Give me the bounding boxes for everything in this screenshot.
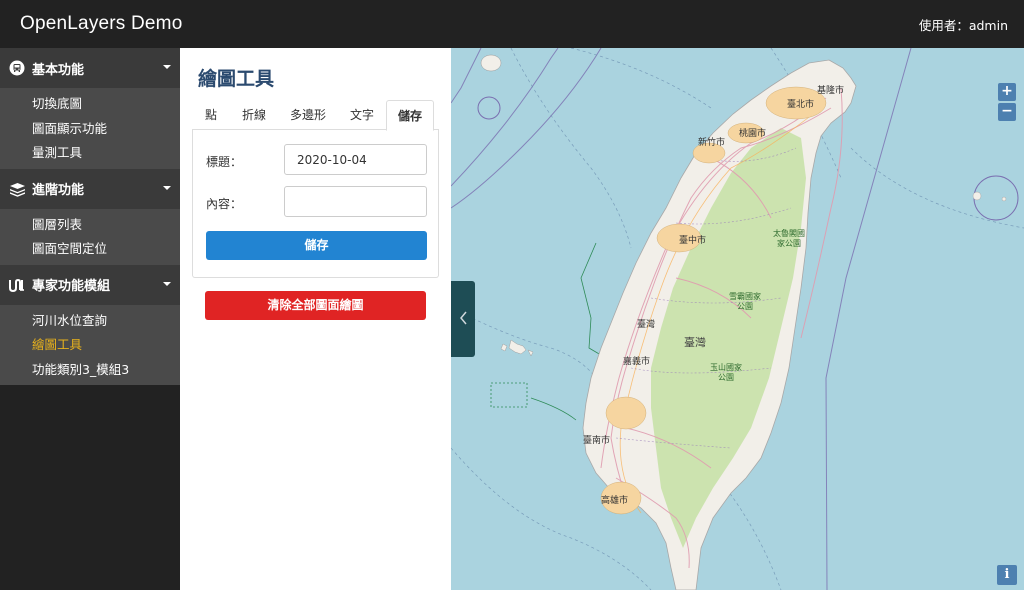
drawing-tabs: 點 折線 多邊形 文字 儲存 — [192, 100, 439, 131]
map-label-sheipa-line1: 雪霸國家 — [729, 292, 761, 301]
map-label-chiayi: 嘉義市 — [623, 357, 651, 367]
sidebar-item-measure-tool[interactable]: 量測工具 — [0, 141, 180, 166]
title-input[interactable] — [284, 144, 427, 175]
sidebar-submenu-advanced: 圖層列表 圖面空間定位 — [0, 208, 180, 265]
zoom-in-button[interactable]: + — [998, 83, 1016, 101]
zoom-out-button[interactable]: − — [998, 103, 1016, 121]
tab-point[interactable]: 點 — [192, 100, 230, 130]
map-canvas — [451, 48, 1024, 590]
drawing-tool-panel: 繪圖工具 點 折線 多邊形 文字 儲存 標題： 內容： 儲存 清除全部圖面繪圖 — [180, 48, 451, 590]
map-label-yushan-line2: 公園 — [718, 373, 734, 382]
sidebar-submenu-expert: 河川水位查詢 繪圖工具 功能類別3_模組3 — [0, 304, 180, 385]
map-label-sheipa: 雪霸國家 公園 — [729, 292, 761, 312]
user-label[interactable]: 使用者：admin — [919, 15, 1008, 34]
map-label-tainan: 臺南市 — [583, 436, 611, 446]
attribution-info-button[interactable]: i — [997, 565, 1017, 585]
sidebar-item-module-3[interactable]: 功能類別3_模組3 — [0, 358, 180, 383]
sidebar-item-layer-list[interactable]: 圖層列表 — [0, 213, 180, 238]
sidebar-group-advanced[interactable]: 進階功能 — [0, 168, 180, 209]
clear-all-drawings-button[interactable]: 清除全部圖面繪圖 — [205, 291, 426, 320]
tab-save[interactable]: 儲存 — [386, 100, 434, 131]
sidebar-group-label: 進階功能 — [32, 183, 85, 198]
sidebar-item-switch-basemap[interactable]: 切換底圖 — [0, 92, 180, 117]
caret-down-icon — [163, 185, 171, 190]
map-label-keelung: 基隆市 — [817, 86, 845, 96]
app-brand[interactable]: OpenLayers Demo — [20, 13, 182, 35]
sidebar-group-label: 基本功能 — [32, 62, 85, 78]
map-label-taroko-line2: 家公園 — [777, 239, 801, 248]
map-label-taroko-line1: 太魯閣國 — [773, 229, 805, 238]
save-tab-content: 標題： 內容： 儲存 — [192, 130, 439, 278]
caret-down-icon — [163, 281, 171, 286]
layers-icon — [8, 180, 26, 198]
sidebar-group-basic[interactable]: 基本功能 — [0, 48, 180, 88]
bus-icon — [8, 59, 26, 77]
sidebar-submenu-basic: 切換底圖 圖面顯示功能 量測工具 — [0, 88, 180, 169]
map-label-kaohsiung: 高雄市 — [601, 496, 629, 506]
caret-down-icon — [163, 65, 171, 69]
sidebar-group-label: 專家功能模組 — [32, 279, 111, 294]
panel-title: 繪圖工具 — [198, 68, 275, 90]
sidebar-item-river-level[interactable]: 河川水位查詢 — [0, 309, 180, 334]
map-label-penghu: 臺灣 — [637, 320, 656, 330]
map-view[interactable]: 基隆市 臺北市 桃園市 新竹市 臺中市 太魯閣國 家公園 雪霸國家 公園 臺灣 臺灣… — [451, 48, 1024, 590]
map-label-taoyuan: 桃園市 — [739, 129, 767, 139]
sidebar-item-drawing-tool[interactable]: 繪圖工具 — [0, 333, 180, 358]
collapse-panel-toggle[interactable] — [451, 281, 475, 357]
sidebar-group-expert[interactable]: 專家功能模組 — [0, 264, 180, 305]
map-label-yushan-line1: 玉山國家 — [710, 363, 742, 372]
sidebar-item-map-display[interactable]: 圖面顯示功能 — [0, 117, 180, 142]
content-label: 內容： — [206, 197, 243, 211]
title-label: 標題： — [206, 155, 243, 169]
save-button[interactable]: 儲存 — [206, 231, 427, 260]
tab-polyline[interactable]: 折線 — [230, 100, 278, 130]
top-navbar: OpenLayers Demo 使用者：admin — [0, 0, 1024, 48]
map-label-hsinchu: 新竹市 — [698, 138, 726, 148]
expert-icon — [8, 276, 26, 294]
tab-text[interactable]: 文字 — [338, 100, 386, 130]
map-label-yushan: 玉山國家 公園 — [710, 363, 742, 383]
map-label-taichung: 臺中市 — [679, 236, 707, 246]
tab-polygon[interactable]: 多邊形 — [278, 100, 338, 130]
map-label-taipei: 臺北市 — [787, 100, 815, 110]
sidebar-item-spatial-locate[interactable]: 圖面空間定位 — [0, 237, 180, 262]
map-label-taroko: 太魯閣國 家公園 — [773, 229, 805, 249]
map-label-taiwan: 臺灣 — [684, 336, 706, 349]
sidebar: 基本功能 切換底圖 圖面顯示功能 量測工具 進階功能 圖層列表 圖面空間定位 專… — [0, 48, 180, 590]
content-input[interactable] — [284, 186, 427, 217]
chevron-left-icon — [459, 310, 467, 329]
map-label-sheipa-line2: 公園 — [737, 302, 753, 311]
